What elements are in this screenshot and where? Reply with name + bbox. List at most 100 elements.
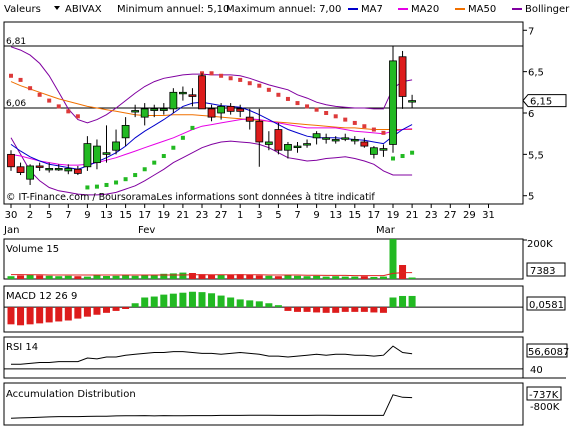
candle-body [284,144,292,151]
volume-bar [265,275,273,279]
y-tick-label: 5,5 [528,150,544,161]
macd-bar [179,292,187,308]
candle-body [198,75,206,110]
sar-dot [161,154,166,159]
volume-bar [45,275,53,279]
legend-label: Bollinger 20 [525,4,570,15]
macd-bar [208,293,216,308]
header-min-label: Minimum annuel: 5,10 [117,4,229,15]
volume-top-label: 200K [527,239,553,250]
candle-body [331,139,340,142]
macd-bar [255,301,263,308]
y-tick-label: 7 [528,26,534,37]
rsi-panel-frame [3,336,524,379]
x-tick-label: 5 [275,210,281,221]
macd-bar [198,292,206,308]
sar-dot [104,182,109,187]
candle-body [341,137,350,140]
macd-panel-frame [3,285,524,333]
volume-bar [360,276,368,279]
candle-body [64,168,73,172]
x-tick-label: 29 [463,210,476,221]
macd-bar [246,300,254,308]
sar-dot [66,109,71,114]
x-tick-label: 23 [425,210,438,221]
macd-title: MACD 12 26 9 [6,291,77,302]
macd-bar [74,307,82,319]
x-tick-label: 15 [348,210,361,221]
volume-bar [408,277,416,279]
sar-dot [133,173,138,178]
x-tick-label: 30 [5,210,18,221]
sar-dot [285,96,290,101]
volume-bar [55,276,63,279]
candle-body [169,91,178,110]
sar-dot [142,167,147,172]
candle-body [102,152,111,155]
x-tick-label: 15 [119,210,132,221]
candle-body [7,153,15,168]
rsi-title: RSI 14 [6,342,38,353]
sar-dot [266,87,271,92]
macd-bar [389,297,397,308]
volume-bar [227,275,235,279]
sar-dot [228,76,233,81]
volume-last-label: 7383 [530,266,555,277]
sar-dot [75,114,80,119]
volume-bar [17,275,25,279]
sar-dot [28,86,33,91]
sar-dot [123,177,128,182]
volume-bar [284,275,292,279]
macd-bar [188,291,196,308]
macd-bar [351,307,359,312]
sar-dot [400,154,405,159]
legend-label: MA50 [468,4,496,15]
sar-dot [391,156,395,161]
x-tick-label: 27 [444,210,457,221]
volume-bar [83,276,91,279]
sar-dot [37,92,42,97]
candle-body [83,143,92,168]
macd-bar [303,307,311,312]
sar-dot [362,124,367,129]
macd-bar [313,307,321,313]
macd-bar [122,307,130,309]
macd-bar [45,307,53,323]
header-stock-name: ABIVAX [65,4,102,15]
sar-dot [257,83,262,88]
sar-dot [305,104,310,109]
sar-dot [18,77,23,82]
candle-body [389,60,397,145]
candle-body [54,168,63,171]
macd-bar [379,307,387,313]
x-tick-label: 17 [368,210,381,221]
candle-body [303,143,311,146]
candle-body [274,129,283,151]
macd-bar [150,296,158,308]
x-tick-label: 9 [84,210,90,221]
volume-bar [351,276,359,279]
sar-dot [371,127,376,132]
x-tick-label: 3 [256,210,262,221]
macd-bar [217,295,225,308]
candle-body [312,133,321,139]
rsi-line [11,345,413,365]
legend-label: MA20 [411,4,439,15]
sar-dot [410,150,415,155]
macd-bar [26,307,34,325]
y-tick-label: 6,5 [528,68,544,79]
macd-bar [399,295,407,308]
volume-bar [36,275,44,279]
sar-dot [9,73,13,78]
x-tick-label: 21 [406,210,419,221]
rsi-last-label: 56,6087 [528,347,569,358]
ref-line-label: 6,81 [6,37,26,47]
credit-text: © IT-Finance.com / BoursoramaLes informa… [6,192,375,203]
x-tick-label: 23 [196,210,209,221]
y-tick-label: 5 [528,192,534,203]
volume-bar [303,276,311,279]
candle-body [16,166,25,173]
macd-bar [55,307,63,322]
sar-dot [324,111,329,115]
macd-bar [64,307,72,321]
